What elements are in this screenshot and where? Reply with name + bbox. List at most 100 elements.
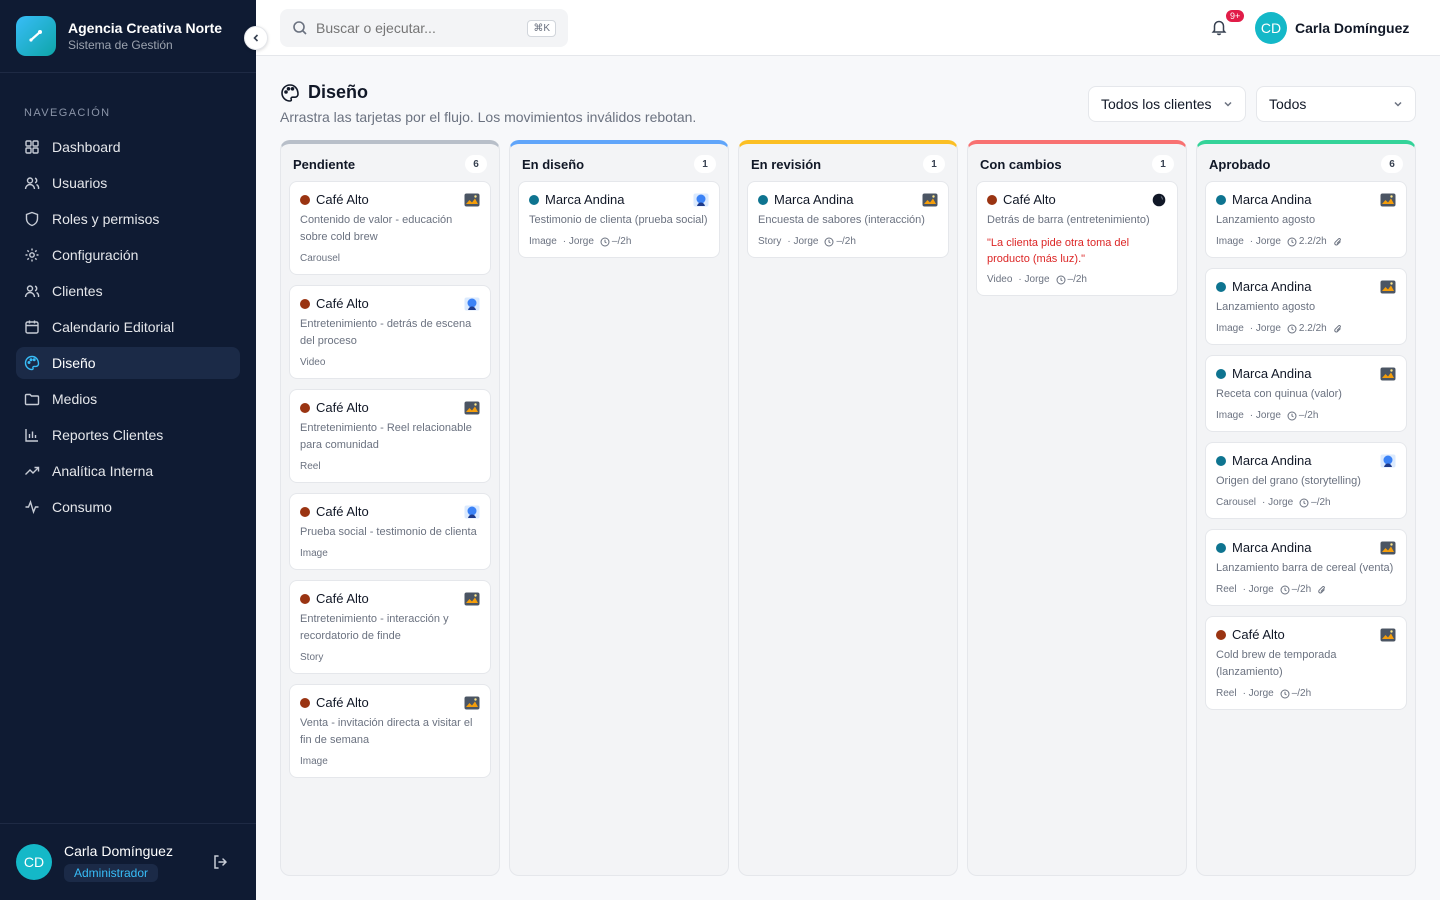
sidebar-item-label: Dashboard bbox=[52, 139, 121, 155]
sidebar-item-calendario-editorial[interactable]: Calendario Editorial bbox=[16, 311, 240, 343]
shortcut-hint: ⌘K bbox=[527, 19, 556, 37]
kanban-card[interactable]: Café Alto Entretenimiento - detrás de esc… bbox=[289, 285, 491, 379]
card-meta-item: Carousel bbox=[300, 253, 341, 264]
clock-icon bbox=[824, 237, 834, 246]
logout-icon[interactable] bbox=[212, 854, 228, 875]
client-dot bbox=[987, 194, 997, 205]
search-input[interactable] bbox=[316, 20, 528, 36]
kanban-card[interactable]: Marca Andina Testimonio de clienta (prueb… bbox=[518, 181, 720, 258]
time-estimate: –/2h bbox=[600, 236, 631, 247]
sidebar-item-reportes-clientes[interactable]: Reportes Clientes bbox=[16, 419, 240, 451]
status-filter-select[interactable]: Todos bbox=[1256, 86, 1416, 122]
brand-logo-icon bbox=[16, 16, 56, 56]
sidebar-item-usuarios[interactable]: Usuarios bbox=[16, 167, 240, 199]
client-filter-select[interactable]: Todos los clientes bbox=[1088, 86, 1246, 122]
card-meta-item: · Jorge bbox=[1249, 236, 1281, 247]
time-estimate: 2.2/2h bbox=[1287, 323, 1327, 334]
sidebar: Agencia Creativa Norte Sistema de Gestió… bbox=[0, 0, 256, 900]
card-meta: Image · Jorge 2.2/2h bbox=[1216, 323, 1396, 334]
card-client: Marca Andina bbox=[1216, 192, 1312, 207]
thumbnail-icon bbox=[1380, 454, 1396, 468]
card-description: Origen del grano (storytelling) bbox=[1216, 475, 1361, 487]
card-meta-item: · Jorge bbox=[1018, 274, 1050, 285]
brand-title: Agencia Creativa Norte bbox=[68, 20, 223, 36]
card-meta-item: Image bbox=[1216, 410, 1244, 421]
avatar[interactable]: CD bbox=[16, 844, 52, 880]
time-estimate: 2.2/2h bbox=[1287, 236, 1327, 247]
nav-heading: NAVEGACIÓN bbox=[24, 107, 111, 119]
search-box[interactable]: ⌘K bbox=[280, 9, 568, 47]
sidebar-item-configuracion[interactable]: Configuración bbox=[16, 239, 240, 271]
card-meta-item: · Jorge bbox=[787, 236, 819, 247]
kanban-card[interactable]: Café Alto Detrás de barra (entretenimient… bbox=[976, 181, 1178, 296]
thumbnail-icon bbox=[693, 193, 709, 207]
kanban-card[interactable]: Café Alto Entretenimiento - Reel relacion… bbox=[289, 389, 491, 483]
column-title: En revisión bbox=[751, 156, 822, 172]
palette-icon bbox=[280, 83, 300, 103]
clock-icon bbox=[1287, 324, 1297, 333]
brand[interactable]: Agencia Creativa Norte Sistema de Gestió… bbox=[0, 0, 256, 73]
trending-icon bbox=[24, 463, 40, 479]
kanban-card[interactable]: Marca Andina Lanzamiento agosto Image · Jor… bbox=[1205, 268, 1407, 345]
kanban-card[interactable]: Marca Andina Origen del grano (storytelli… bbox=[1205, 442, 1407, 519]
kanban-card[interactable]: Marca Andina Receta con quinua (valor) Ima… bbox=[1205, 355, 1407, 432]
card-client: Marca Andina bbox=[529, 192, 625, 207]
client-dot bbox=[300, 194, 310, 205]
sidebar-item-label: Medios bbox=[52, 391, 98, 407]
card-meta: Video · Jorge –/2h bbox=[987, 274, 1167, 285]
top-user-name: Carla Domínguez bbox=[1295, 20, 1410, 36]
sidebar-item-label: Usuarios bbox=[52, 175, 108, 191]
grid-icon bbox=[24, 139, 40, 155]
card-meta: Image · Jorge –/2h bbox=[1216, 410, 1396, 421]
kanban-card[interactable]: Marca Andina Lanzamiento agosto Image · Jor… bbox=[1205, 181, 1407, 258]
kanban-card[interactable]: Marca Andina Encuesta de sabores (interac… bbox=[747, 181, 949, 258]
card-client: Marca Andina bbox=[1216, 366, 1312, 381]
user-name: Carla Domínguez bbox=[64, 843, 173, 859]
sidebar-item-clientes[interactable]: Clientes bbox=[16, 275, 240, 307]
card-description: Entretenimiento - detrás de escena del p… bbox=[300, 318, 472, 347]
column-title: Aprobado bbox=[1209, 156, 1271, 172]
column-header: Aprobado 6 bbox=[1205, 152, 1407, 181]
sidebar-item-medios[interactable]: Medios bbox=[16, 383, 240, 415]
clock-icon bbox=[1287, 237, 1297, 246]
card-meta: Image bbox=[300, 548, 480, 559]
card-client: Café Alto bbox=[300, 296, 369, 311]
chevron-down-icon bbox=[1224, 101, 1232, 107]
client-dot bbox=[529, 194, 539, 205]
card-meta-item: Reel bbox=[1216, 584, 1237, 595]
sidebar-item-label: Consumo bbox=[52, 499, 112, 515]
sidebar-item-consumo[interactable]: Consumo bbox=[16, 491, 240, 523]
card-description: Encuesta de sabores (interacción) bbox=[758, 214, 925, 226]
page-title: Diseño bbox=[280, 82, 696, 103]
clock-icon bbox=[1280, 585, 1290, 594]
column-header: En diseño 1 bbox=[518, 152, 720, 181]
kanban-card[interactable]: Café Alto Entretenimiento - interacción y… bbox=[289, 580, 491, 674]
sidebar-item-dashboard[interactable]: Dashboard bbox=[16, 131, 240, 163]
collapse-sidebar-button[interactable] bbox=[244, 26, 268, 50]
client-dot bbox=[1216, 629, 1226, 640]
sidebar-item-diseno[interactable]: Diseño bbox=[16, 347, 240, 379]
kanban-card[interactable]: Café Alto Cold brew de temporada (lanzami… bbox=[1205, 616, 1407, 710]
card-meta-item: Image bbox=[529, 236, 557, 247]
card-client: Marca Andina bbox=[1216, 540, 1312, 555]
card-description: Lanzamiento agosto bbox=[1216, 301, 1316, 313]
kanban-card[interactable]: Café Alto Venta - invitación directa a vi… bbox=[289, 684, 491, 778]
card-meta-item: Reel bbox=[1216, 688, 1237, 699]
sidebar-item-roles-y-permisos[interactable]: Roles y permisos bbox=[16, 203, 240, 235]
column-count-badge: 1 bbox=[1152, 155, 1174, 173]
sidebar-item-label: Diseño bbox=[52, 355, 96, 371]
column-header: Con cambios 1 bbox=[976, 152, 1178, 181]
kanban-card[interactable]: Café Alto Prueba social - testimonio de c… bbox=[289, 493, 491, 570]
card-meta-item: · Jorge bbox=[1249, 323, 1281, 334]
kanban-card[interactable]: Café Alto Contenido de valor - educación … bbox=[289, 181, 491, 275]
sidebar-item-analitica-interna[interactable]: Analítica Interna bbox=[16, 455, 240, 487]
card-client: Café Alto bbox=[300, 504, 369, 519]
kanban-card[interactable]: Marca Andina Lanzamiento barra de cereal … bbox=[1205, 529, 1407, 606]
time-estimate: –/2h bbox=[824, 236, 856, 247]
page-header: Diseño Arrastra las tarjetas por el fluj… bbox=[280, 82, 696, 125]
sidebar-nav: Dashboard Usuarios Roles y permisos Configu… bbox=[0, 131, 256, 523]
card-meta-item: Story bbox=[758, 236, 782, 247]
card-description: Entretenimiento - Reel relacionable para… bbox=[300, 422, 472, 451]
thumbnail-icon bbox=[464, 505, 480, 519]
top-user-menu[interactable]: CD Carla Domínguez bbox=[1255, 12, 1409, 44]
